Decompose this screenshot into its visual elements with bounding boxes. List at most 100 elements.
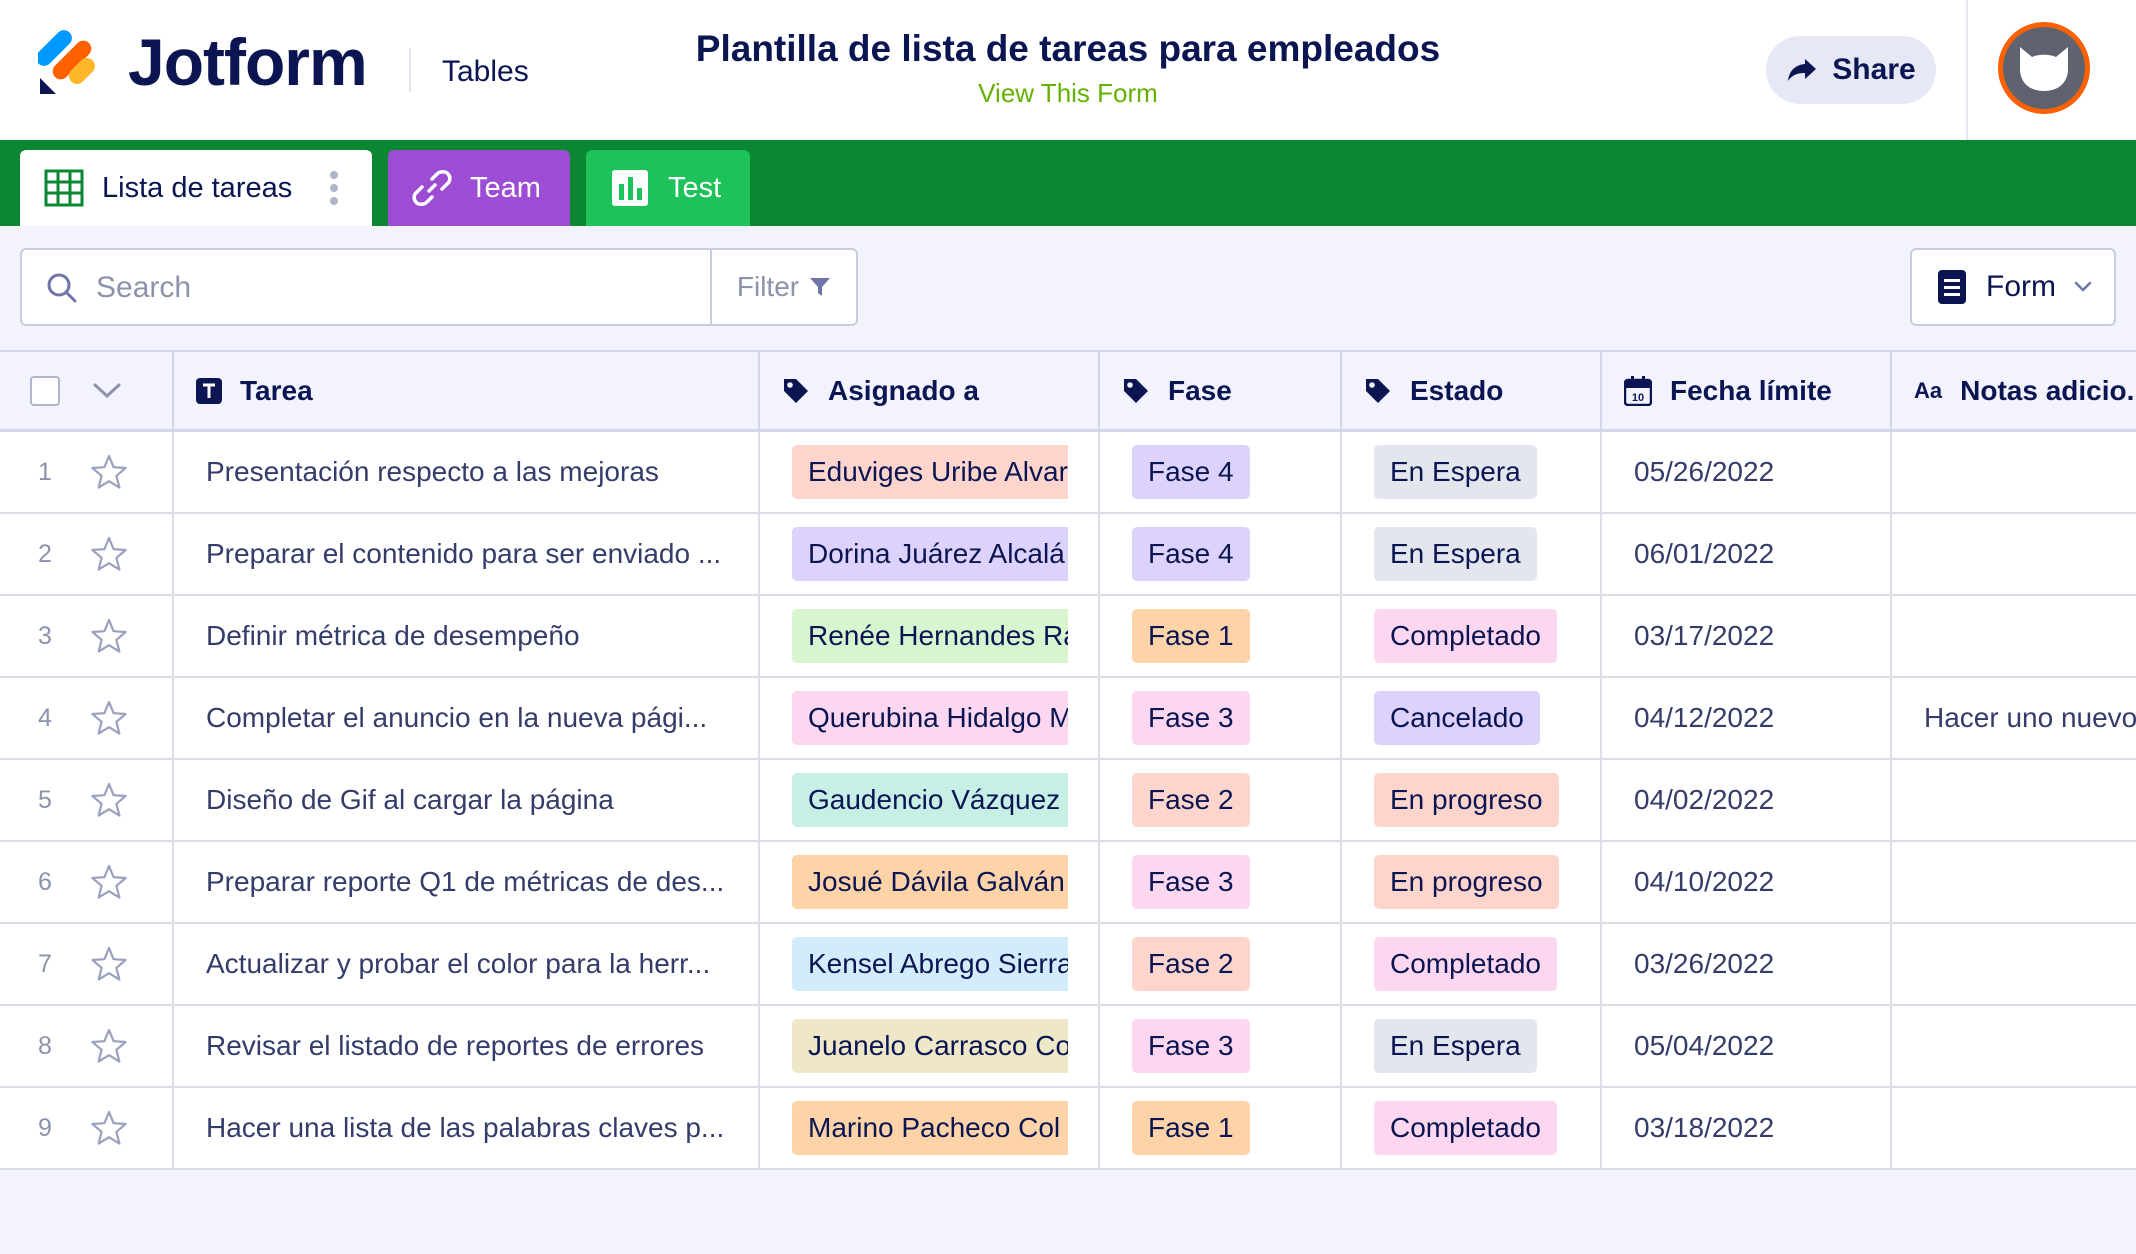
- view-form-link[interactable]: View This Form: [560, 78, 1576, 109]
- brand-name[interactable]: Jotform: [128, 24, 368, 100]
- fase-cell[interactable]: Fase 1: [1100, 1088, 1342, 1168]
- avatar[interactable]: [1998, 22, 2090, 114]
- star-icon[interactable]: [90, 864, 128, 900]
- tarea-cell[interactable]: Actualizar y probar el color para la her…: [174, 924, 760, 1004]
- estado-cell[interactable]: En Espera: [1342, 514, 1602, 594]
- estado-cell[interactable]: Cancelado: [1342, 678, 1602, 758]
- estado-cell[interactable]: En progreso: [1342, 760, 1602, 840]
- star-icon[interactable]: [90, 1110, 128, 1146]
- notas-cell[interactable]: [1892, 432, 2136, 512]
- fecha-cell[interactable]: 06/01/2022: [1602, 514, 1892, 594]
- column-header-fecha-limite[interactable]: 10 Fecha límite: [1602, 352, 1892, 430]
- fase-cell[interactable]: Fase 2: [1100, 760, 1342, 840]
- star-icon[interactable]: [90, 1028, 128, 1064]
- fase-cell[interactable]: Fase 4: [1100, 432, 1342, 512]
- notas-cell[interactable]: [1892, 842, 2136, 922]
- star-icon[interactable]: [90, 618, 128, 654]
- estado-cell[interactable]: Completado: [1342, 596, 1602, 676]
- tarea-cell[interactable]: Definir métrica de desempeño: [174, 596, 760, 676]
- search-input[interactable]: [94, 264, 718, 312]
- notas-cell[interactable]: [1892, 760, 2136, 840]
- fecha-cell[interactable]: 03/18/2022: [1602, 1088, 1892, 1168]
- table-row[interactable]: 4 Completar el anuncio en la nueva pági.…: [0, 678, 2136, 760]
- notas-cell[interactable]: [1892, 1088, 2136, 1168]
- table-row[interactable]: 3 Definir métrica de desempeño Renée Her…: [0, 596, 2136, 678]
- fecha-text: 04/12/2022: [1634, 702, 1775, 733]
- star-icon[interactable]: [90, 946, 128, 982]
- tarea-cell[interactable]: Preparar reporte Q1 de métricas de des..…: [174, 842, 760, 922]
- column-header-estado[interactable]: Estado: [1342, 352, 1602, 430]
- row-number: 3: [38, 621, 52, 650]
- tab-lista-de-tareas[interactable]: Lista de tareas: [20, 150, 372, 226]
- tarea-cell[interactable]: Completar el anuncio en la nueva pági...: [174, 678, 760, 758]
- asignado-cell[interactable]: Kensel Abrego Sierra: [760, 924, 1100, 1004]
- column-header-notas[interactable]: Aa Notas adicio...: [1892, 352, 2136, 430]
- asignado-cell[interactable]: Josué Dávila Galván: [760, 842, 1100, 922]
- select-all-checkbox[interactable]: [30, 376, 60, 406]
- column-header-tarea[interactable]: Tarea: [174, 352, 760, 430]
- tarea-text: Actualizar y probar el color para la her…: [206, 948, 711, 979]
- fecha-cell[interactable]: 05/04/2022: [1602, 1006, 1892, 1086]
- column-header-asignado-a[interactable]: Asignado a: [760, 352, 1100, 430]
- star-icon[interactable]: [90, 454, 128, 490]
- estado-cell[interactable]: En Espera: [1342, 1006, 1602, 1086]
- column-header-fase[interactable]: Fase: [1100, 352, 1342, 430]
- asignado-cell[interactable]: Juanelo Carrasco Co: [760, 1006, 1100, 1086]
- tarea-cell[interactable]: Hacer una lista de las palabras claves p…: [174, 1088, 760, 1168]
- fase-cell[interactable]: Fase 3: [1100, 842, 1342, 922]
- fecha-cell[interactable]: 03/26/2022: [1602, 924, 1892, 1004]
- asignado-cell[interactable]: Querubina Hidalgo M: [760, 678, 1100, 758]
- table-row[interactable]: 2 Preparar el contenido para ser enviado…: [0, 514, 2136, 596]
- tarea-cell[interactable]: Diseño de Gif al cargar la página: [174, 760, 760, 840]
- tarea-cell[interactable]: Preparar el contenido para ser enviado .…: [174, 514, 760, 594]
- fecha-text: 03/17/2022: [1634, 620, 1775, 651]
- fase-cell[interactable]: Fase 1: [1100, 596, 1342, 676]
- fecha-cell[interactable]: 05/26/2022: [1602, 432, 1892, 512]
- asignado-cell[interactable]: Dorina Juárez Alcalá: [760, 514, 1100, 594]
- chevron-down-icon[interactable]: [92, 382, 122, 400]
- notas-cell[interactable]: [1892, 924, 2136, 1004]
- estado-cell[interactable]: Completado: [1342, 924, 1602, 1004]
- table-row[interactable]: 1 Presentación respecto a las mejoras Ed…: [0, 432, 2136, 514]
- notas-cell[interactable]: [1892, 596, 2136, 676]
- fase-cell[interactable]: Fase 2: [1100, 924, 1342, 1004]
- jotform-logo-icon[interactable]: [36, 30, 102, 98]
- fecha-cell[interactable]: 04/12/2022: [1602, 678, 1892, 758]
- asignado-cell[interactable]: Marino Pacheco Col: [760, 1088, 1100, 1168]
- estado-cell[interactable]: Completado: [1342, 1088, 1602, 1168]
- star-icon[interactable]: [90, 536, 128, 572]
- table-row[interactable]: 9 Hacer una lista de las palabras claves…: [0, 1088, 2136, 1170]
- asignado-cell[interactable]: Gaudencio Vázquez T: [760, 760, 1100, 840]
- asignado-cell[interactable]: Eduviges Uribe Alvar: [760, 432, 1100, 512]
- estado-cell[interactable]: En Espera: [1342, 432, 1602, 512]
- star-icon[interactable]: [90, 700, 128, 736]
- tag-icon: [1122, 377, 1150, 405]
- text-field-icon: [196, 378, 222, 404]
- row-number: 4: [38, 703, 52, 732]
- estado-cell[interactable]: En progreso: [1342, 842, 1602, 922]
- notas-cell[interactable]: [1892, 514, 2136, 594]
- notas-cell[interactable]: [1892, 1006, 2136, 1086]
- tab-team[interactable]: Team: [388, 150, 570, 226]
- asignado-cell[interactable]: Renée Hernandes Ra: [760, 596, 1100, 676]
- table-row[interactable]: 6 Preparar reporte Q1 de métricas de des…: [0, 842, 2136, 924]
- table-row[interactable]: 8 Revisar el listado de reportes de erro…: [0, 1006, 2136, 1088]
- form-view-button[interactable]: Form: [1910, 248, 2116, 326]
- star-icon[interactable]: [90, 782, 128, 818]
- share-button[interactable]: Share: [1766, 36, 1936, 104]
- more-options-icon[interactable]: [330, 171, 338, 205]
- table-row[interactable]: 5 Diseño de Gif al cargar la página Gaud…: [0, 760, 2136, 842]
- tarea-cell[interactable]: Presentación respecto a las mejoras: [174, 432, 760, 512]
- fecha-cell[interactable]: 04/10/2022: [1602, 842, 1892, 922]
- tab-test[interactable]: Test: [586, 150, 750, 226]
- tarea-cell[interactable]: Revisar el listado de reportes de errore…: [174, 1006, 760, 1086]
- table-row[interactable]: 7 Actualizar y probar el color para la h…: [0, 924, 2136, 1006]
- fecha-cell[interactable]: 04/02/2022: [1602, 760, 1892, 840]
- fase-cell[interactable]: Fase 3: [1100, 678, 1342, 758]
- fecha-cell[interactable]: 03/17/2022: [1602, 596, 1892, 676]
- filter-button[interactable]: Filter: [710, 250, 856, 324]
- fase-cell[interactable]: Fase 3: [1100, 1006, 1342, 1086]
- product-label[interactable]: Tables: [442, 55, 529, 89]
- fase-cell[interactable]: Fase 4: [1100, 514, 1342, 594]
- notas-cell[interactable]: Hacer uno nuevo: [1892, 678, 2136, 758]
